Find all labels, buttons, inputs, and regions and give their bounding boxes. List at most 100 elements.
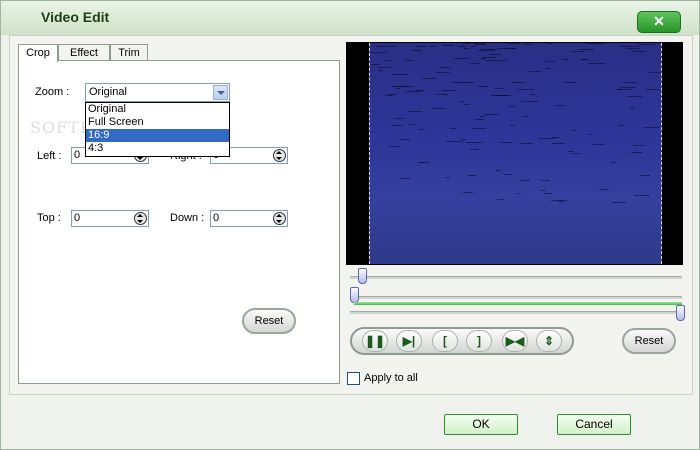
timeline-progress [354, 302, 682, 305]
zoom-option-full-screen[interactable]: Full Screen [86, 116, 229, 129]
water-ripple [414, 89, 426, 91]
tab-crop-label: Crop [26, 47, 50, 59]
water-ripple [522, 43, 531, 45]
water-ripple [504, 174, 512, 176]
water-ripple [470, 46, 476, 48]
chevron-down-icon[interactable] [213, 85, 228, 100]
right-spin-arrows-icon[interactable] [273, 149, 286, 162]
crop-slider-thumb[interactable] [358, 268, 367, 284]
down-spin-arrows-icon[interactable] [273, 212, 286, 225]
water-ripple [477, 85, 490, 87]
water-ripple [470, 63, 479, 65]
water-ripple [441, 89, 457, 91]
water-ripple [370, 64, 381, 66]
position-slider-track [350, 311, 682, 314]
water-ripple [445, 177, 450, 179]
water-ripple [495, 169, 501, 171]
trim-slider-track [350, 296, 682, 299]
apply-to-all-label: Apply to all [364, 372, 418, 384]
crop-fit-button[interactable]: ⇕ [536, 330, 562, 352]
pause-button[interactable]: ❚❚ [362, 330, 388, 352]
water-ripple [462, 43, 472, 45]
zoom-option-4-3[interactable]: 4:3 [86, 142, 229, 155]
water-ripple [633, 45, 642, 47]
water-ripple [540, 180, 551, 182]
water-ripple [577, 48, 594, 50]
water-ripple [471, 127, 487, 129]
pause-icon: ❚❚ [364, 334, 386, 348]
water-ripple [621, 86, 636, 88]
water-ripple [464, 103, 471, 105]
cancel-button[interactable]: Cancel [557, 414, 631, 435]
water-ripple [429, 46, 436, 48]
water-ripple [524, 116, 529, 118]
water-ripple [375, 45, 388, 47]
water-ripple [626, 48, 640, 50]
water-ripple [645, 88, 661, 90]
water-ripple [497, 199, 505, 201]
water-ripple [404, 59, 414, 61]
water-ripple [640, 175, 650, 177]
water-ripple [648, 72, 661, 74]
water-ripple [391, 86, 410, 88]
tab-trim[interactable]: Trim [110, 44, 148, 61]
water-ripple [520, 179, 531, 181]
water-ripple [439, 67, 451, 69]
water-ripple [510, 125, 516, 127]
water-ripple [611, 201, 627, 203]
crop-reset-button[interactable]: Reset [242, 308, 296, 334]
water-ripple [592, 144, 604, 146]
mark-in-icon: [ [443, 334, 447, 348]
water-ripple [594, 43, 605, 45]
water-ripple [377, 70, 383, 72]
preview-reset-button[interactable]: Reset [622, 328, 676, 354]
water-ripple [399, 139, 410, 141]
tab-effect[interactable]: Effect [58, 44, 110, 61]
water-ripple [545, 67, 551, 69]
trim-end-thumb[interactable] [676, 305, 685, 321]
zoom-option-16-9[interactable]: 16:9 [86, 129, 229, 142]
jump-button[interactable]: ▶◀ [502, 330, 528, 352]
trim-start-thumb[interactable] [350, 287, 359, 303]
water-ripple [634, 194, 651, 196]
water-ripple [545, 61, 556, 63]
top-spin-arrows-icon[interactable] [134, 212, 147, 225]
water-ripple [516, 192, 522, 194]
top-label: Top : [37, 212, 61, 224]
down-value: 0 [213, 212, 220, 224]
apply-to-all-checkbox[interactable] [347, 372, 360, 385]
window-title: Video Edit [41, 9, 110, 25]
zoom-dropdown-list: Original Full Screen 16:9 4:3 [85, 102, 230, 157]
water-ripple [508, 106, 516, 108]
zoom-option-original[interactable]: Original [86, 103, 229, 116]
water-ripple [481, 57, 486, 59]
down-spinbox[interactable]: 0 [210, 210, 288, 227]
water-ripple [500, 142, 512, 144]
water-ripple [588, 133, 594, 135]
video-frame [369, 43, 662, 264]
water-ripple [416, 46, 428, 48]
water-ripple [633, 144, 644, 146]
water-ripple [496, 95, 508, 97]
ok-button[interactable]: OK [444, 414, 518, 435]
water-ripple [459, 100, 465, 102]
water-ripple [537, 138, 556, 140]
tab-trim-label: Trim [118, 47, 140, 59]
left-value: 0 [74, 149, 81, 161]
water-ripple [466, 141, 484, 143]
tab-crop[interactable]: Crop [18, 44, 58, 62]
mark-in-button[interactable]: [ [432, 330, 458, 352]
water-ripple [391, 124, 403, 126]
mark-out-button[interactable]: ] [466, 330, 492, 352]
water-ripple [628, 95, 642, 97]
zoom-select[interactable]: Original [85, 83, 230, 102]
water-ripple [436, 72, 451, 74]
water-ripple [495, 87, 503, 89]
water-ripple [511, 82, 526, 84]
water-ripple [408, 123, 416, 125]
top-spinbox[interactable]: 0 [71, 210, 149, 227]
close-button[interactable]: ✕ [637, 11, 681, 33]
step-frame-button[interactable]: ▶| [396, 330, 422, 352]
zoom-label: Zoom : [35, 86, 70, 98]
water-ripple [598, 189, 609, 191]
